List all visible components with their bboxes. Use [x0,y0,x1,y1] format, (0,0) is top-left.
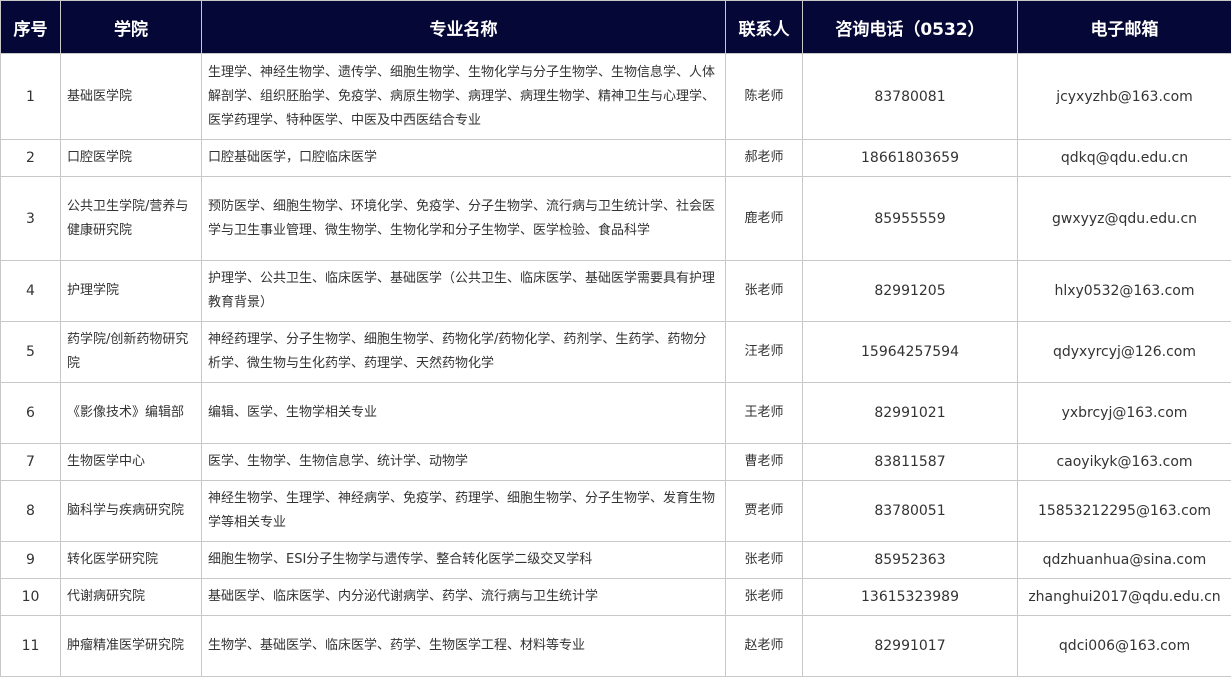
table-row: 2 口腔医学院 口腔基础医学，口腔临床医学 郝老师 18661803659 qd… [0,139,1231,177]
table-row: 1 基础医学院 生理学、神经生物学、遗传学、细胞生物学、生物化学与分子生物学、生… [0,53,1231,140]
cell-email: 15853212295@163.com [1017,480,1231,542]
cell-major: 基础医学、临床医学、内分泌代谢病学、药学、流行病与卫生统计学 [201,578,726,616]
cell-index: 6 [0,382,61,444]
cell-phone: 83811587 [802,443,1018,481]
cell-email: caoyikyk@163.com [1017,443,1231,481]
cell-contact: 张老师 [725,578,803,616]
header-index: 序号 [0,0,61,54]
cell-phone: 83780081 [802,53,1018,140]
cell-contact: 张老师 [725,260,803,322]
cell-email: yxbrcyj@163.com [1017,382,1231,444]
cell-email: qdkq@qdu.edu.cn [1017,139,1231,177]
header-email: 电子邮箱 [1017,0,1231,54]
cell-college: 基础医学院 [60,53,202,140]
header-college: 学院 [60,0,202,54]
cell-major: 医学、生物学、生物信息学、统计学、动物学 [201,443,726,481]
cell-email: jcyxyzhb@163.com [1017,53,1231,140]
cell-contact: 汪老师 [725,321,803,383]
table-row: 4 护理学院 护理学、公共卫生、临床医学、基础医学（公共卫生、临床医学、基础医学… [0,260,1231,322]
cell-college: 脑科学与疾病研究院 [60,480,202,542]
header-phone: 咨询电话（0532） [802,0,1018,54]
cell-email: qdci006@163.com [1017,615,1231,677]
cell-phone: 82991205 [802,260,1018,322]
table-row: 11 肿瘤精准医学研究院 生物学、基础医学、临床医学、药学、生物医学工程、材料等… [0,615,1231,677]
table-row: 5 药学院/创新药物研究院 神经药理学、分子生物学、细胞生物学、药物化学/药物化… [0,321,1231,383]
cell-college: 护理学院 [60,260,202,322]
cell-index: 8 [0,480,61,542]
cell-phone: 15964257594 [802,321,1018,383]
cell-phone: 82991017 [802,615,1018,677]
cell-major: 生物学、基础医学、临床医学、药学、生物医学工程、材料等专业 [201,615,726,677]
table-row: 3 公共卫生学院/营养与健康研究院 预防医学、细胞生物学、环境化学、免疫学、分子… [0,176,1231,261]
cell-phone: 13615323989 [802,578,1018,616]
cell-contact: 曹老师 [725,443,803,481]
table-row: 8 脑科学与疾病研究院 神经生物学、生理学、神经病学、免疫学、药理学、细胞生物学… [0,480,1231,542]
cell-contact: 郝老师 [725,139,803,177]
cell-college: 肿瘤精准医学研究院 [60,615,202,677]
cell-phone: 85952363 [802,541,1018,579]
cell-major: 预防医学、细胞生物学、环境化学、免疫学、分子生物学、流行病与卫生统计学、社会医学… [201,176,726,261]
table-row: 9 转化医学研究院 细胞生物学、ESI分子生物学与遗传学、整合转化医学二级交叉学… [0,541,1231,579]
cell-email: hlxy0532@163.com [1017,260,1231,322]
header-contact: 联系人 [725,0,803,54]
cell-index: 2 [0,139,61,177]
cell-major: 生理学、神经生物学、遗传学、细胞生物学、生物化学与分子生物学、生物信息学、人体解… [201,53,726,140]
cell-major: 护理学、公共卫生、临床医学、基础医学（公共卫生、临床医学、基础医学需要具有护理教… [201,260,726,322]
cell-email: zhanghui2017@qdu.edu.cn [1017,578,1231,616]
cell-index: 4 [0,260,61,322]
recruitment-table: 序号 学院 专业名称 联系人 咨询电话（0532） 电子邮箱 1 基础医学院 生… [0,0,1231,677]
cell-contact: 张老师 [725,541,803,579]
cell-college: 代谢病研究院 [60,578,202,616]
cell-email: qdzhuanhua@sina.com [1017,541,1231,579]
cell-major: 神经药理学、分子生物学、细胞生物学、药物化学/药物化学、药剂学、生药学、药物分析… [201,321,726,383]
cell-major: 细胞生物学、ESI分子生物学与遗传学、整合转化医学二级交叉学科 [201,541,726,579]
cell-index: 11 [0,615,61,677]
cell-phone: 18661803659 [802,139,1018,177]
cell-index: 1 [0,53,61,140]
cell-college: 公共卫生学院/营养与健康研究院 [60,176,202,261]
header-major: 专业名称 [201,0,726,54]
cell-major: 编辑、医学、生物学相关专业 [201,382,726,444]
cell-phone: 82991021 [802,382,1018,444]
table-row: 10 代谢病研究院 基础医学、临床医学、内分泌代谢病学、药学、流行病与卫生统计学… [0,578,1231,616]
cell-index: 5 [0,321,61,383]
cell-contact: 陈老师 [725,53,803,140]
cell-college: 口腔医学院 [60,139,202,177]
cell-index: 10 [0,578,61,616]
cell-index: 9 [0,541,61,579]
cell-email: qdyxyrcyj@126.com [1017,321,1231,383]
cell-contact: 贾老师 [725,480,803,542]
cell-college: 生物医学中心 [60,443,202,481]
cell-index: 7 [0,443,61,481]
table-row: 6 《影像技术》编辑部 编辑、医学、生物学相关专业 王老师 82991021 y… [0,382,1231,444]
cell-contact: 王老师 [725,382,803,444]
cell-contact: 鹿老师 [725,176,803,261]
cell-college: 转化医学研究院 [60,541,202,579]
cell-phone: 85955559 [802,176,1018,261]
cell-college: 《影像技术》编辑部 [60,382,202,444]
table-row: 7 生物医学中心 医学、生物学、生物信息学、统计学、动物学 曹老师 838115… [0,443,1231,481]
cell-college: 药学院/创新药物研究院 [60,321,202,383]
cell-major: 口腔基础医学，口腔临床医学 [201,139,726,177]
cell-email: gwxyyz@qdu.edu.cn [1017,176,1231,261]
cell-phone: 83780051 [802,480,1018,542]
cell-major: 神经生物学、生理学、神经病学、免疫学、药理学、细胞生物学、分子生物学、发育生物学… [201,480,726,542]
header-row: 序号 学院 专业名称 联系人 咨询电话（0532） 电子邮箱 [0,0,1231,54]
cell-contact: 赵老师 [725,615,803,677]
cell-index: 3 [0,176,61,261]
